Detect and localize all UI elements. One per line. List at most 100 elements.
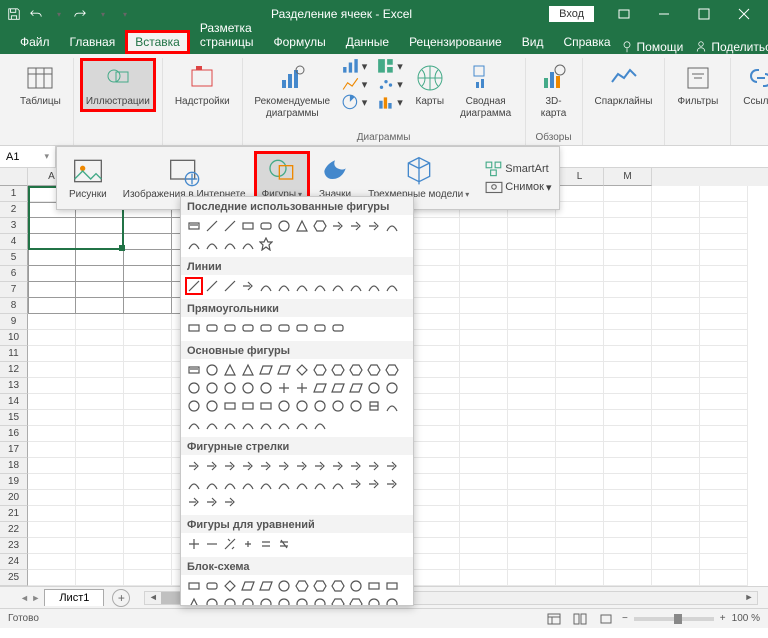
shape-item[interactable] — [185, 217, 203, 235]
row-header[interactable]: 13 — [0, 378, 28, 394]
shape-item[interactable] — [221, 235, 239, 253]
shape-item[interactable] — [311, 379, 329, 397]
shape-item[interactable] — [257, 457, 275, 475]
shape-item[interactable] — [275, 457, 293, 475]
illustrations-button[interactable]: Иллюстрации — [80, 58, 156, 112]
row-header[interactable]: 15 — [0, 410, 28, 426]
row-header[interactable]: 20 — [0, 490, 28, 506]
shape-item[interactable] — [383, 457, 401, 475]
tables-button[interactable]: Таблицы — [14, 58, 67, 112]
save-icon[interactable] — [4, 4, 24, 24]
shape-item[interactable] — [239, 535, 257, 553]
row-header[interactable]: 18 — [0, 458, 28, 474]
shape-item[interactable] — [185, 319, 203, 337]
shape-item[interactable] — [365, 577, 383, 595]
shape-item[interactable] — [221, 397, 239, 415]
shape-item[interactable] — [329, 361, 347, 379]
shape-item[interactable] — [203, 217, 221, 235]
shape-item[interactable] — [239, 475, 257, 493]
row-header[interactable]: 4 — [0, 234, 28, 250]
row-header[interactable]: 9 — [0, 314, 28, 330]
minimize-icon[interactable] — [644, 0, 684, 28]
shape-item[interactable] — [365, 595, 383, 605]
shape-item[interactable] — [275, 535, 293, 553]
shape-item[interactable] — [257, 277, 275, 295]
shape-item[interactable] — [293, 577, 311, 595]
shape-item[interactable] — [203, 493, 221, 511]
shape-item[interactable] — [275, 379, 293, 397]
shape-item[interactable] — [275, 475, 293, 493]
shape-item[interactable] — [203, 277, 221, 295]
shape-item[interactable] — [329, 319, 347, 337]
sheet-nav[interactable]: ◄ ► — [20, 593, 40, 603]
shape-item[interactable] — [221, 277, 239, 295]
shape-item[interactable] — [203, 397, 221, 415]
shape-item[interactable] — [257, 397, 275, 415]
shape-item[interactable] — [185, 379, 203, 397]
shape-item[interactable] — [311, 397, 329, 415]
shape-item[interactable] — [311, 595, 329, 605]
name-box[interactable]: A1 — [0, 146, 56, 167]
row-header[interactable]: 7 — [0, 282, 28, 298]
pictures-button[interactable]: Рисунки — [61, 151, 115, 205]
shape-item[interactable] — [365, 277, 383, 295]
shape-item[interactable] — [311, 457, 329, 475]
shape-item[interactable] — [365, 397, 383, 415]
shape-item[interactable] — [311, 319, 329, 337]
shape-item[interactable] — [221, 379, 239, 397]
shape-item[interactable] — [203, 577, 221, 595]
shape-item[interactable] — [365, 379, 383, 397]
shape-item[interactable] — [275, 415, 293, 433]
shape-item[interactable] — [293, 397, 311, 415]
zoom-level[interactable]: 100 % — [732, 613, 760, 624]
col-header[interactable]: M — [604, 168, 652, 186]
shape-item[interactable] — [365, 457, 383, 475]
shape-item[interactable] — [347, 577, 365, 595]
shape-item[interactable] — [383, 277, 401, 295]
filters-button[interactable]: Фильтры — [671, 58, 724, 112]
shape-item[interactable] — [347, 379, 365, 397]
sheet-tab-active[interactable]: Лист1 — [44, 589, 104, 606]
chart-pie[interactable]: ▾ — [338, 94, 372, 110]
row-header[interactable]: 3 — [0, 218, 28, 234]
shape-item[interactable] — [257, 595, 275, 605]
tell-me[interactable]: Помощи — [621, 40, 684, 54]
shape-item[interactable] — [311, 361, 329, 379]
shape-item[interactable] — [185, 235, 203, 253]
shape-item[interactable] — [221, 475, 239, 493]
view-pagebreak-icon[interactable] — [596, 611, 616, 627]
shape-item[interactable] — [293, 361, 311, 379]
shape-item[interactable] — [365, 361, 383, 379]
select-all-corner[interactable] — [0, 168, 28, 186]
shape-item[interactable] — [203, 595, 221, 605]
chart-line[interactable]: ▾ — [338, 76, 372, 92]
shape-item[interactable] — [275, 319, 293, 337]
shape-item[interactable] — [329, 277, 347, 295]
shape-item[interactable] — [239, 457, 257, 475]
row-header[interactable]: 16 — [0, 426, 28, 442]
shape-item[interactable] — [347, 595, 365, 605]
map3d-button[interactable]: 3D-карта — [532, 58, 576, 124]
shape-item[interactable] — [257, 361, 275, 379]
shape-item[interactable] — [239, 235, 257, 253]
shape-item[interactable] — [347, 217, 365, 235]
shape-item[interactable] — [293, 595, 311, 605]
shape-item[interactable] — [293, 415, 311, 433]
tab-home[interactable]: Главная — [60, 30, 126, 54]
shape-item[interactable] — [347, 457, 365, 475]
shape-item[interactable] — [185, 475, 203, 493]
shape-item[interactable] — [257, 319, 275, 337]
addins-button[interactable]: Надстройки — [169, 58, 236, 112]
shape-item[interactable] — [221, 415, 239, 433]
sparklines-button[interactable]: Спарклайны — [589, 58, 659, 112]
shape-item[interactable] — [311, 217, 329, 235]
row-header[interactable]: 17 — [0, 442, 28, 458]
zoom-in[interactable]: + — [720, 613, 726, 624]
row-header[interactable]: 12 — [0, 362, 28, 378]
shape-item[interactable] — [239, 577, 257, 595]
shape-item[interactable] — [203, 457, 221, 475]
shape-item[interactable] — [383, 379, 401, 397]
shape-item[interactable] — [239, 379, 257, 397]
shape-item[interactable] — [185, 277, 203, 295]
shape-item[interactable] — [275, 217, 293, 235]
